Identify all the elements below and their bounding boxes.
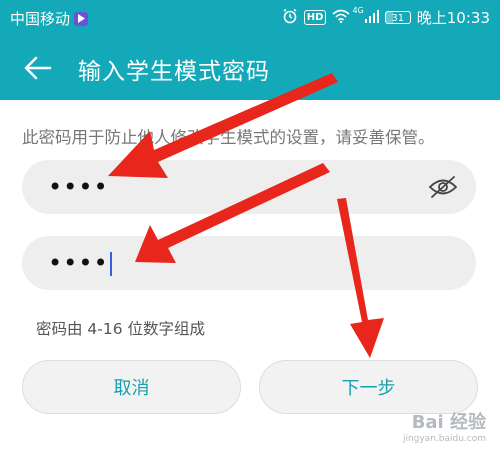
back-arrow-icon [24, 56, 52, 80]
text-cursor [109, 252, 112, 276]
carrier-badge-icon [74, 11, 89, 26]
alarm-icon [282, 8, 298, 28]
hd-badge: HD [303, 10, 327, 25]
password-hint: 密码由 4-16 位数字组成 [36, 320, 206, 338]
confirm-password-value: •••• [48, 249, 109, 277]
clock: 晚上10:33 [416, 9, 490, 27]
student-mode-password-screen: 中国移动 HD 4G 31 晚上10:33 输入学生模式密码 此密码用于防止他人… [0, 0, 500, 456]
wifi-icon [332, 9, 350, 27]
carrier-name: 中国移动 [10, 10, 71, 28]
status-bar: 中国移动 HD 4G 31 晚上10:33 [0, 0, 500, 36]
network-type: 4G [352, 6, 364, 15]
description-text: 此密码用于防止他人修改学生模式的设置，请妥善保管。 [22, 128, 435, 147]
battery-level: 31 [391, 13, 405, 24]
watermark-url: jingyan.baidu.com [402, 434, 486, 444]
next-button[interactable]: 下一步 [259, 360, 478, 414]
app-header: 输入学生模式密码 [0, 36, 500, 100]
password-input[interactable]: •••• [22, 160, 476, 214]
page-title: 输入学生模式密码 [78, 59, 270, 85]
confirm-password-input[interactable]: •••• [22, 236, 476, 290]
signal-icon [364, 9, 379, 27]
confirm-field-content: •••• [48, 249, 112, 277]
watermark-logo: Bai 经验 [411, 412, 486, 433]
battery-icon: 31 [384, 11, 411, 24]
baidu-jingyan-watermark: Bai 经验 jingyan.baidu.com [403, 408, 486, 444]
password-value: •••• [48, 173, 109, 201]
status-right: HD 4G 31 晚上10:33 [276, 7, 490, 28]
back-button[interactable] [18, 50, 58, 86]
status-left: 中国移动 [10, 8, 89, 29]
cancel-button[interactable]: 取消 [22, 360, 241, 414]
eye-off-icon[interactable] [428, 173, 458, 201]
